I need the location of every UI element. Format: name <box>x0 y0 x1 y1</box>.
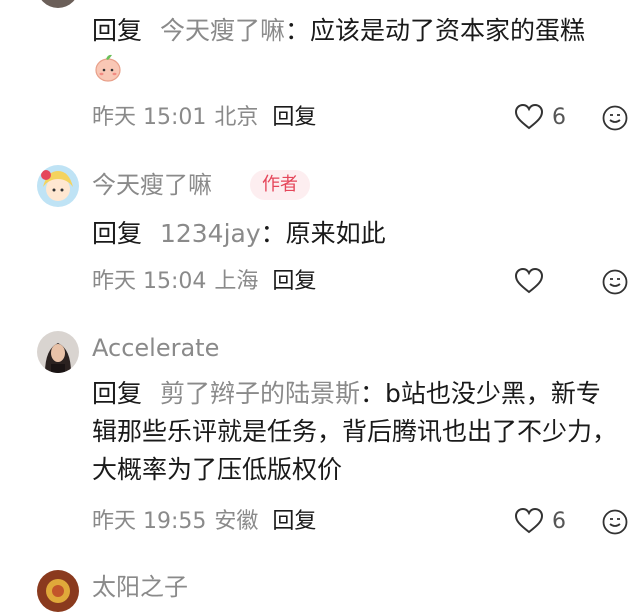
reply-target-user[interactable]: 剪了辫子的陆景斯 <box>160 379 360 408</box>
author-name[interactable]: 太阳之子 <box>92 572 188 602</box>
timestamp: 昨天 19:55 <box>92 509 207 534</box>
heart-icon <box>514 507 544 534</box>
comment-1-meta: 昨天 15:01 北京 回复 <box>92 103 316 133</box>
emoji-reaction-icon[interactable] <box>602 509 628 535</box>
avatar-partial[interactable] <box>37 0 79 8</box>
reply-target-user[interactable]: 今天瘦了嘛 <box>160 16 285 45</box>
author-name[interactable]: Accelerate <box>92 333 219 363</box>
author-badge: 作者 <box>250 170 310 200</box>
avatar[interactable] <box>37 331 79 373</box>
comment-text: ：原来如此 <box>260 219 386 248</box>
emoji-reaction-icon[interactable] <box>602 269 628 295</box>
comment-3-body: 回复 剪了辫子的陆景斯：b站也没少黑，新专辑那些乐评就是任务，背后腾讯也出了不少… <box>92 375 620 489</box>
location: 安徽 <box>214 509 259 534</box>
reply-button[interactable]: 回复 <box>272 509 316 534</box>
reply-button[interactable]: 回复 <box>272 269 316 294</box>
like-button[interactable] <box>514 267 544 295</box>
heart-icon <box>514 267 544 294</box>
author-name[interactable]: 今天瘦了嘛 <box>92 170 212 200</box>
location: 上海 <box>214 269 259 294</box>
location: 北京 <box>214 105 259 130</box>
reply-label: 回复 <box>92 16 143 45</box>
emoji-reaction-icon[interactable] <box>602 105 628 131</box>
comment-1-body: 回复 今天瘦了嘛：应该是动了资本家的蛋糕 <box>92 12 620 88</box>
avatar[interactable] <box>37 570 79 612</box>
comment-3-meta: 昨天 19:55 安徽 回复 <box>92 507 316 537</box>
like-count: 6 <box>552 104 566 130</box>
like-count: 6 <box>552 508 566 534</box>
avatar[interactable] <box>37 165 79 207</box>
reply-target-user[interactable]: 1234jay <box>160 219 261 248</box>
like-button[interactable]: 6 <box>514 507 566 535</box>
comment-2-body: 回复 1234jay：原来如此 <box>92 215 620 253</box>
comment-2-meta: 昨天 15:04 上海 回复 <box>92 267 316 297</box>
timestamp: 昨天 15:01 <box>92 105 207 130</box>
heart-icon <box>514 103 544 130</box>
reply-label: 回复 <box>92 379 143 408</box>
comment-text: ：应该是动了资本家的蛋糕 <box>284 16 585 45</box>
reply-button[interactable]: 回复 <box>272 105 316 130</box>
like-button[interactable]: 6 <box>514 103 566 131</box>
peach-emoji-icon <box>95 54 121 82</box>
timestamp: 昨天 15:04 <box>92 269 207 294</box>
reply-label: 回复 <box>92 219 143 248</box>
